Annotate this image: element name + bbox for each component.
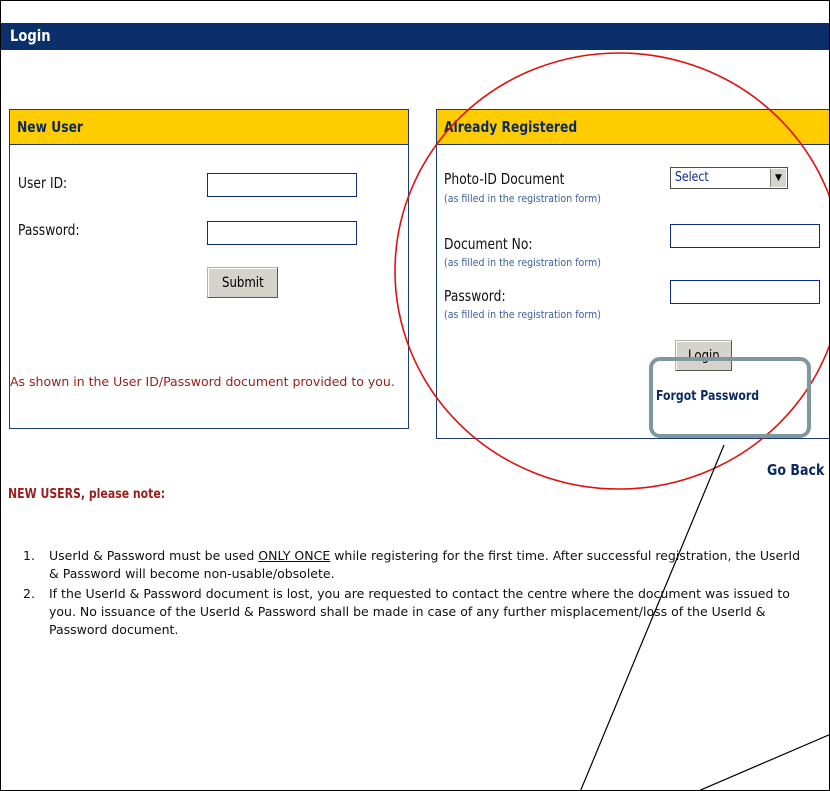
photo-id-hint: (as filled in the registration form) — [444, 192, 601, 205]
notes-list: 1. UserId & Password must be used ONLY O… — [23, 547, 813, 641]
note-item-2: 2. If the UserId & Password document is … — [23, 585, 813, 639]
registered-heading: Already Registered — [444, 118, 578, 136]
note-text: If the UserId & Password document is los… — [49, 586, 790, 637]
submit-button-label: Submit — [221, 274, 264, 291]
new-user-header: New User — [10, 110, 408, 145]
registered-password-input[interactable] — [670, 280, 820, 304]
password-label: Password: — [18, 221, 80, 239]
go-back-link[interactable]: Go Back — [767, 461, 824, 479]
new-user-heading: New User — [17, 118, 84, 136]
forgot-password-link[interactable]: Forgot Password — [656, 389, 759, 404]
registered-header: Already Registered — [437, 110, 829, 145]
registered-panel: Already Registered Photo-ID Document (as… — [436, 109, 829, 439]
photo-id-label: Photo-ID Document — [444, 170, 565, 188]
note-number: 2. — [23, 586, 35, 601]
note-item-1: 1. UserId & Password must be used ONLY O… — [23, 547, 813, 583]
new-user-panel: New User User ID: Password: Submit As sh… — [9, 109, 409, 429]
registered-password-hint: (as filled in the registration form) — [444, 308, 601, 321]
note-text-start: UserId & Password must be used — [49, 548, 259, 563]
document-no-hint: (as filled in the registration form) — [444, 256, 601, 269]
user-id-label: User ID: — [18, 174, 68, 192]
login-button[interactable]: Login — [675, 340, 732, 371]
page-frame: Login New User User ID: Password: Submit… — [0, 0, 830, 791]
page-title: Login — [10, 26, 51, 45]
submit-button[interactable]: Submit — [207, 267, 278, 298]
note-text: UserId & Password must be used ONLY ONCE… — [49, 547, 813, 583]
user-id-input[interactable] — [207, 173, 357, 197]
login-button-label: Login — [687, 347, 720, 364]
annotation-line-right — [699, 734, 829, 790]
photo-id-select[interactable]: Select ▼ — [670, 167, 788, 189]
title-bar: Login — [1, 23, 829, 50]
document-no-label: Document No: — [444, 235, 533, 253]
notes-heading: NEW USERS, please note: — [8, 487, 166, 502]
photo-id-selected-value: Select — [675, 170, 709, 185]
new-user-message: As shown in the User ID/Password documen… — [10, 374, 395, 389]
document-no-input[interactable] — [670, 224, 820, 248]
note-emphasis: ONLY ONCE — [258, 548, 331, 563]
password-input[interactable] — [207, 221, 357, 245]
registered-password-label: Password: — [444, 287, 506, 305]
note-number: 1. — [23, 548, 35, 563]
dropdown-arrow-icon[interactable]: ▼ — [770, 169, 786, 187]
